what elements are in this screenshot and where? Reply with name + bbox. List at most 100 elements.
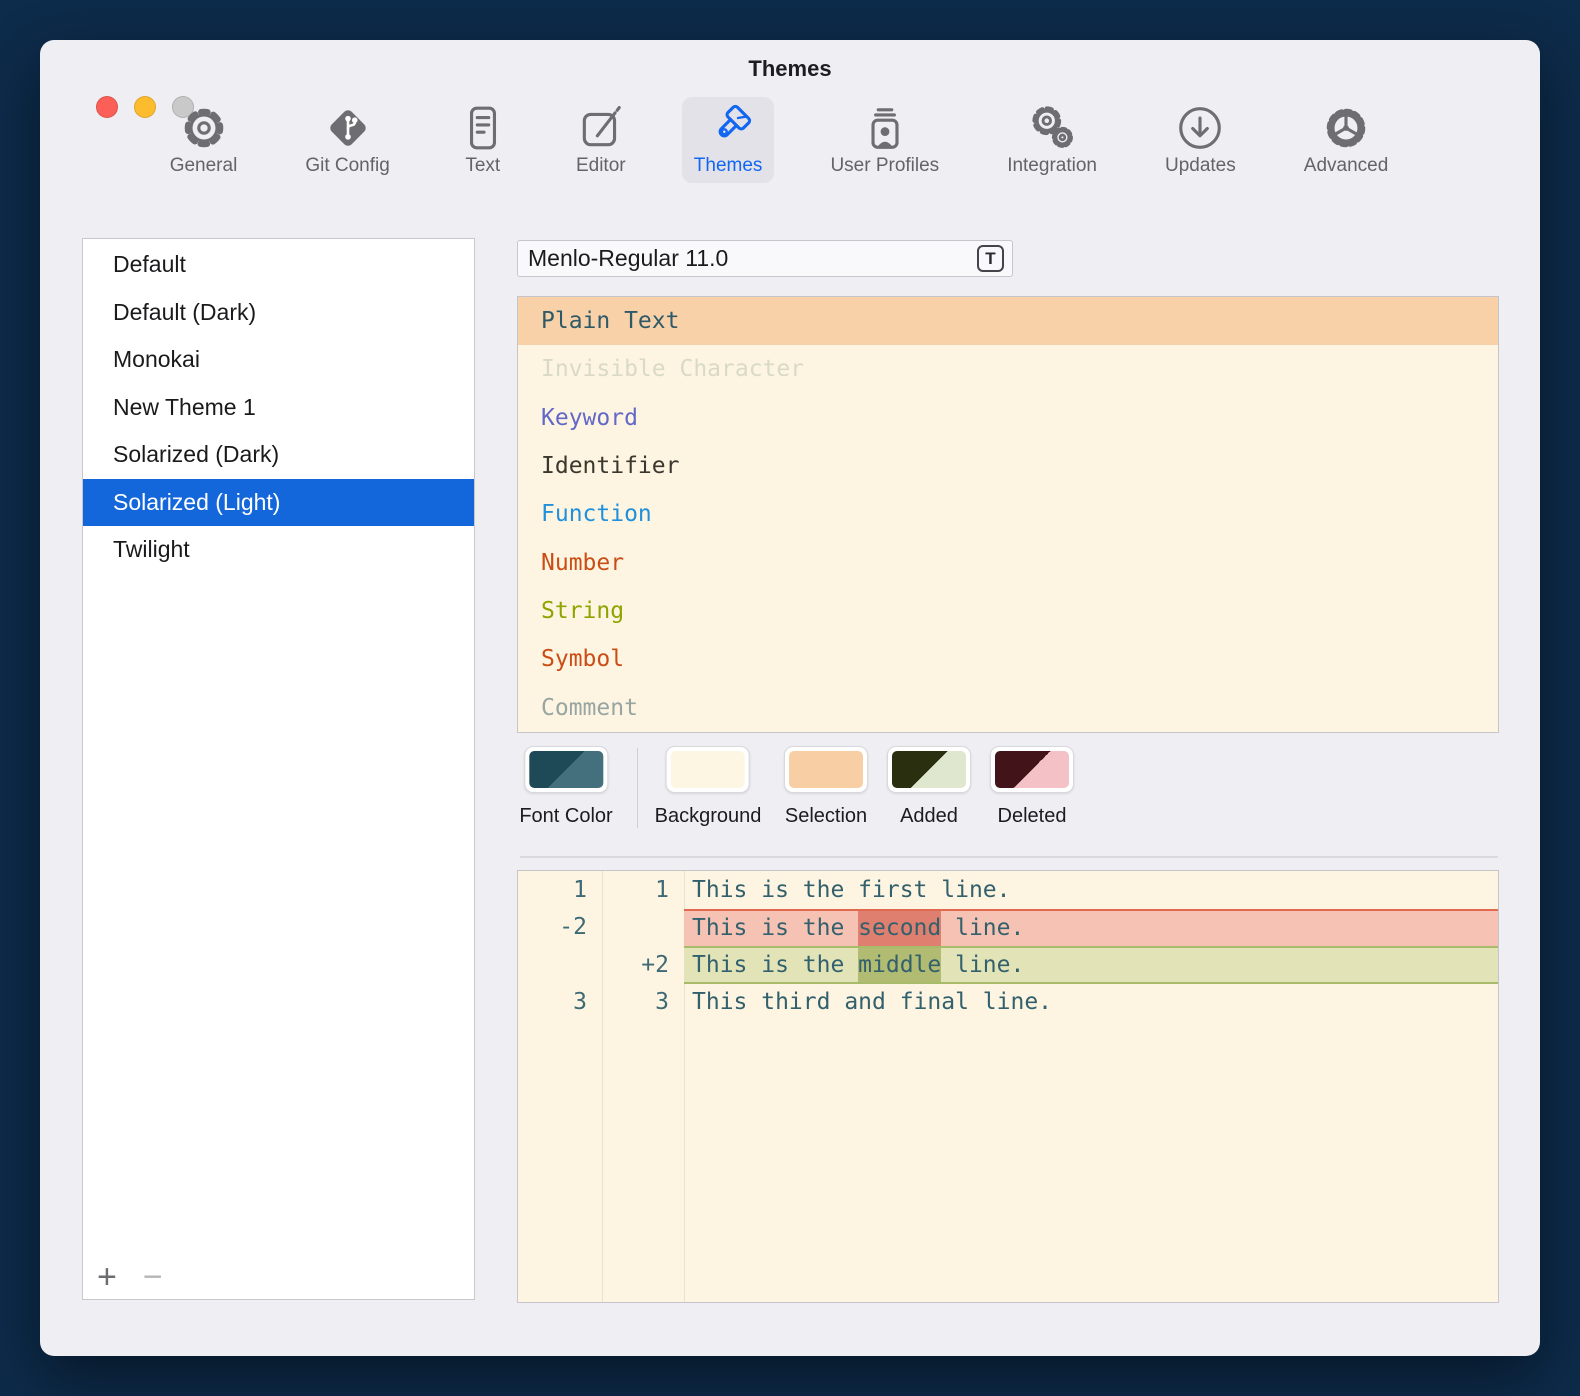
token-label: Function bbox=[541, 501, 652, 527]
diff-line-text: This is the first line. bbox=[684, 871, 1498, 909]
swatch-label: Added bbox=[900, 805, 958, 828]
theme-item-solarized-dark[interactable]: Solarized (Dark) bbox=[83, 431, 474, 479]
swatch-well bbox=[887, 746, 971, 793]
theme-item-default-dark[interactable]: Default (Dark) bbox=[83, 289, 474, 337]
add-theme-button[interactable]: + bbox=[97, 1257, 117, 1297]
token-label: Invisible Character bbox=[541, 356, 804, 382]
token-label: Keyword bbox=[541, 405, 638, 431]
diff-row-deleted: -2 This is the second line. bbox=[518, 909, 1498, 947]
token-row-invisible-character[interactable]: Invisible Character bbox=[518, 345, 1498, 393]
diff-line-text: This third and final line. bbox=[684, 984, 1498, 1022]
theme-list-actions: + − bbox=[97, 1257, 163, 1297]
tab-label: Git Config bbox=[305, 155, 389, 177]
token-row-function[interactable]: Function bbox=[518, 490, 1498, 538]
background-swatch bbox=[671, 751, 745, 788]
token-row-plain-text[interactable]: Plain Text bbox=[518, 297, 1498, 345]
swatch-deleted[interactable]: Deleted bbox=[990, 746, 1074, 828]
old-line-number: 3 bbox=[518, 984, 602, 1022]
tab-label: Integration bbox=[1007, 155, 1097, 177]
token-label: Number bbox=[541, 550, 624, 576]
diff-row-context: 3 3 This third and final line. bbox=[518, 984, 1498, 1022]
tab-git-config[interactable]: Git Config bbox=[293, 97, 401, 183]
swatch-well bbox=[990, 746, 1074, 793]
swatch-font-color[interactable]: Font Color bbox=[519, 746, 612, 828]
old-line-number bbox=[518, 946, 602, 984]
swatch-well bbox=[524, 746, 608, 793]
tab-label: User Profiles bbox=[830, 155, 939, 177]
old-line-number: -2 bbox=[518, 909, 602, 947]
gear-icon bbox=[179, 103, 229, 153]
diff-row-added: +2 This is the middle line. bbox=[518, 946, 1498, 984]
tab-updates[interactable]: Updates bbox=[1153, 97, 1248, 183]
theme-item-twilight[interactable]: Twilight bbox=[83, 526, 474, 574]
token-label: Plain Text bbox=[541, 308, 679, 334]
token-row-string[interactable]: String bbox=[518, 587, 1498, 635]
added-swatch bbox=[892, 751, 966, 788]
token-row-comment[interactable]: Comment bbox=[518, 684, 1498, 732]
font-picker-button[interactable]: T bbox=[977, 245, 1004, 272]
token-row-identifier[interactable]: Identifier bbox=[518, 442, 1498, 490]
theme-list: Default Default (Dark) Monokai New Theme… bbox=[82, 238, 475, 1300]
swatch-well bbox=[784, 746, 868, 793]
font-field[interactable]: Menlo-Regular 11.0 T bbox=[517, 240, 1013, 277]
window-title: Themes bbox=[40, 54, 1540, 84]
paintbrush-icon bbox=[703, 103, 753, 153]
token-row-keyword[interactable]: Keyword bbox=[518, 394, 1498, 442]
wheel-gear-icon bbox=[1321, 103, 1371, 153]
swatch-selection[interactable]: Selection bbox=[784, 746, 868, 828]
theme-item-monokai[interactable]: Monokai bbox=[83, 336, 474, 384]
deleted-swatch bbox=[995, 751, 1069, 788]
tab-editor[interactable]: Editor bbox=[564, 97, 638, 183]
swatch-label: Deleted bbox=[998, 805, 1067, 828]
new-line-number: 1 bbox=[602, 871, 684, 909]
tab-label: Editor bbox=[576, 155, 626, 177]
theme-item-solarized-light[interactable]: Solarized (Light) bbox=[83, 479, 474, 527]
new-line-number: 3 bbox=[602, 984, 684, 1022]
tab-label: General bbox=[170, 155, 238, 177]
tab-label: Advanced bbox=[1304, 155, 1389, 177]
id-card-icon bbox=[860, 103, 910, 153]
double-gear-icon bbox=[1027, 103, 1077, 153]
font-name-value: Menlo-Regular 11.0 bbox=[528, 245, 977, 272]
token-row-symbol[interactable]: Symbol bbox=[518, 635, 1498, 683]
syntax-preview: Plain Text Invisible Character Keyword I… bbox=[517, 296, 1499, 733]
diff-preview: 1 1 This is the first line. -2 This is t… bbox=[517, 870, 1499, 1303]
remove-theme-button[interactable]: − bbox=[143, 1257, 163, 1297]
tab-advanced[interactable]: Advanced bbox=[1292, 97, 1401, 183]
tab-label: Updates bbox=[1165, 155, 1236, 177]
font-color-swatch bbox=[529, 751, 603, 788]
tab-themes[interactable]: Themes bbox=[682, 97, 775, 183]
swatch-label: Font Color bbox=[519, 805, 612, 828]
new-line-number bbox=[602, 909, 684, 947]
diff-row-context: 1 1 This is the first line. bbox=[518, 871, 1498, 909]
section-separator bbox=[520, 856, 1498, 858]
document-lines-icon bbox=[458, 103, 508, 153]
swatch-section-divider bbox=[637, 748, 638, 828]
git-branch-diamond-icon bbox=[323, 103, 373, 153]
tab-general[interactable]: General bbox=[158, 97, 250, 183]
tab-label: Themes bbox=[694, 155, 763, 177]
new-line-number: +2 bbox=[602, 946, 684, 984]
tab-integration[interactable]: Integration bbox=[995, 97, 1109, 183]
desktop: { "window": { "title": "Themes" }, "tool… bbox=[0, 0, 1580, 1396]
preferences-window: Themes General bbox=[40, 40, 1540, 1356]
tab-user-profiles[interactable]: User Profiles bbox=[818, 97, 951, 183]
token-label: Comment bbox=[541, 695, 638, 721]
pencil-square-icon bbox=[576, 103, 626, 153]
swatch-label: Background bbox=[655, 805, 762, 828]
token-label: Identifier bbox=[541, 453, 679, 479]
download-circle-icon bbox=[1175, 103, 1225, 153]
swatch-added[interactable]: Added bbox=[887, 746, 971, 828]
diff-line-text: This is the middle line. bbox=[684, 946, 1498, 984]
token-row-number[interactable]: Number bbox=[518, 539, 1498, 587]
swatch-label: Selection bbox=[785, 805, 867, 828]
tab-text[interactable]: Text bbox=[446, 97, 520, 183]
theme-item-new-theme-1[interactable]: New Theme 1 bbox=[83, 384, 474, 432]
selection-swatch bbox=[789, 751, 863, 788]
swatch-background[interactable]: Background bbox=[655, 746, 762, 828]
token-label: Symbol bbox=[541, 646, 624, 672]
tab-label: Text bbox=[465, 155, 500, 177]
swatch-well bbox=[666, 746, 750, 793]
theme-item-default[interactable]: Default bbox=[83, 241, 474, 289]
diff-line-text: This is the second line. bbox=[684, 909, 1498, 947]
